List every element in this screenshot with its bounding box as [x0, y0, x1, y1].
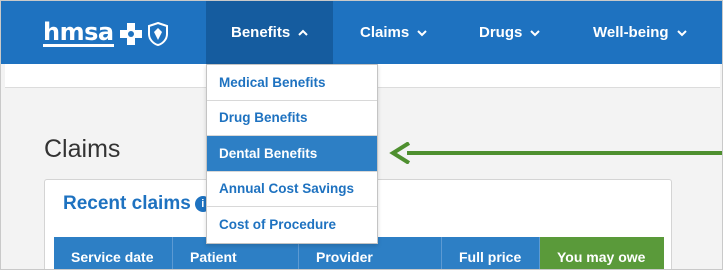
chevron-down-icon: [417, 29, 427, 36]
column-header-you-may-owe[interactable]: You may owe: [540, 237, 664, 269]
recent-claims-heading: Recent claims i: [63, 193, 211, 215]
nav-benefits-label: Benefits: [231, 24, 291, 41]
menu-item-dental-benefits[interactable]: Dental Benefits: [207, 136, 377, 172]
chevron-up-icon: [298, 29, 308, 36]
app-frame: hmsa Benefits Claims Drugs Well-being Cl…: [0, 0, 723, 270]
nav-drugs-label: Drugs: [479, 24, 523, 41]
chevron-down-icon: [530, 29, 541, 36]
nav-well-being-label: Well-being: [593, 24, 669, 41]
recent-claims-title: Recent claims: [63, 193, 191, 214]
page-title: Claims: [44, 135, 121, 163]
column-header-full-price[interactable]: Full price: [442, 237, 540, 269]
menu-item-annual-cost-savings[interactable]: Annual Cost Savings: [207, 172, 377, 207]
nav-benefits[interactable]: Benefits: [206, 1, 333, 64]
benefits-dropdown-menu: Medical Benefits Drug Benefits Dental Be…: [206, 64, 378, 244]
nav-well-being[interactable]: Well-being: [593, 1, 688, 64]
column-header-service-date[interactable]: Service date: [54, 237, 173, 269]
menu-item-drug-benefits[interactable]: Drug Benefits: [207, 101, 377, 136]
nav-claims[interactable]: Claims: [360, 1, 428, 64]
nav-drugs[interactable]: Drugs: [479, 1, 541, 64]
menu-item-cost-of-procedure[interactable]: Cost of Procedure: [207, 207, 377, 243]
blue-cross-icon: [119, 23, 142, 45]
nav-claims-label: Claims: [360, 24, 410, 41]
menu-item-medical-benefits[interactable]: Medical Benefits: [207, 65, 377, 101]
logo-text: hmsa: [43, 18, 114, 47]
blue-shield-icon: [147, 22, 168, 46]
hmsa-logo[interactable]: hmsa: [43, 18, 168, 47]
arrow-left-icon: [389, 142, 722, 164]
top-navbar: hmsa Benefits Claims Drugs Well-being: [1, 1, 722, 64]
chevron-down-icon: [676, 29, 687, 36]
